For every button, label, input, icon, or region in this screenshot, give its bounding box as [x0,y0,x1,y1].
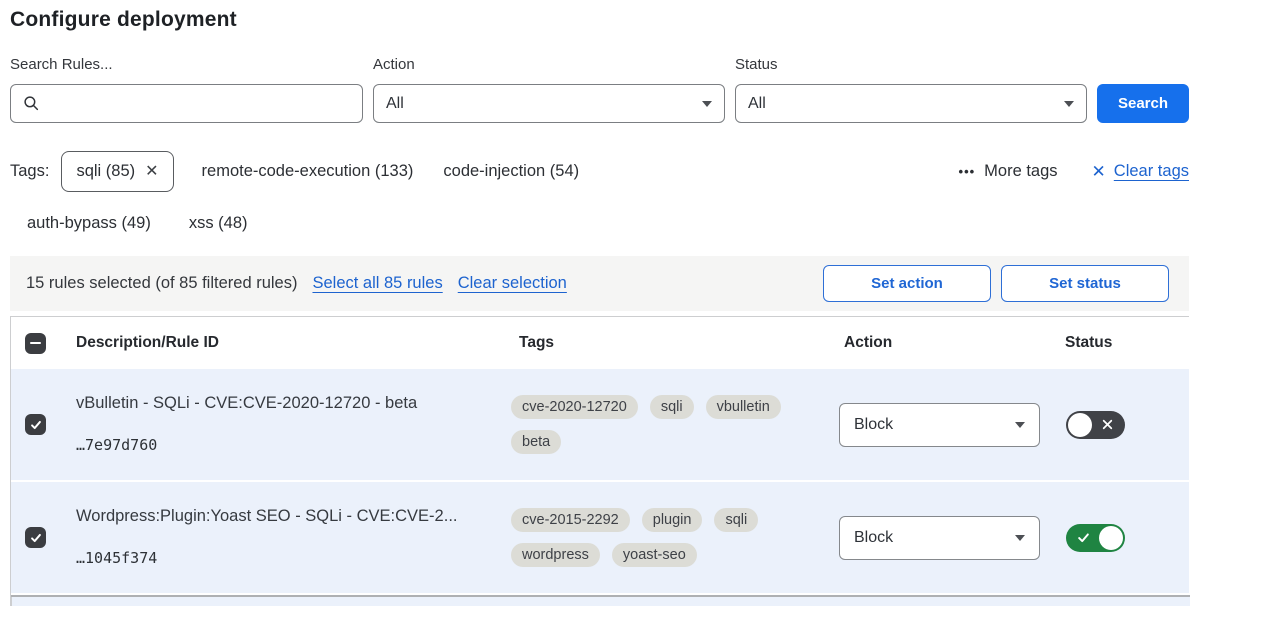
table-row: Wordpress:Plugin:Yoast SEO - SQLi - CVE:… [11,482,1189,595]
set-action-button[interactable]: Set action [823,265,991,302]
filter-bar: Search Rules... Action All Status [10,56,1189,123]
search-button[interactable]: Search [1097,84,1189,123]
tags-bar: Tags: sqli (85) ✕ remote-code-execution … [10,151,1189,192]
tag-option-code-injection[interactable]: code-injection (54) [443,162,579,181]
column-header-description: Description/Rule ID [66,334,501,352]
more-tags-label: More tags [984,162,1057,181]
tag-pill: vbulletin [706,395,781,419]
search-rules-input[interactable] [48,94,350,114]
tag-pill: beta [511,430,561,454]
rule-action-value: Block [854,529,893,547]
search-icon [23,95,40,112]
tags-bar-row2: auth-bypass (49) xss (48) [10,214,1189,233]
row-checkbox[interactable] [25,414,46,435]
status-filter-value: All [748,95,766,113]
column-header-tags: Tags [501,334,829,352]
check-icon [29,531,43,545]
column-header-status: Status [1056,334,1189,352]
rule-status-toggle[interactable] [1066,524,1125,552]
rule-action-select[interactable]: Block [839,516,1040,560]
rule-tags: cve-2020-12720 sqli vbulletin beta [501,369,829,480]
table-row: vBulletin - SQLi - CVE:CVE-2020-12720 - … [11,369,1189,482]
rules-table: Description/Rule ID Tags Action Status v… [10,316,1189,606]
chevron-down-icon [1015,535,1025,541]
table-header: Description/Rule ID Tags Action Status [11,317,1189,369]
status-filter-label: Status [735,56,1087,74]
status-filter-select[interactable]: All [735,84,1087,123]
table-row-partial [11,597,1190,606]
chevron-down-icon [702,101,712,107]
remove-tag-icon[interactable]: ✕ [145,161,158,182]
action-filter-select[interactable]: All [373,84,725,123]
tag-pill: plugin [642,508,703,532]
tag-pill: sqli [650,395,694,419]
rule-description: Wordpress:Plugin:Yoast SEO - SQLi - CVE:… [76,507,501,526]
status-filter-field: Status All [735,56,1087,123]
search-rules-label: Search Rules... [10,56,363,74]
clear-tags-button[interactable]: ✕ Clear tags [1092,162,1189,182]
rule-action-value: Block [854,416,893,434]
selected-tag-chip[interactable]: sqli (85) ✕ [61,151,173,192]
search-rules-box [10,84,363,123]
configure-deployment-page: Configure deployment Search Rules... Act… [0,8,1277,620]
tag-option-xss[interactable]: xss (48) [189,214,248,233]
selection-summary: 15 rules selected (of 85 filtered rules) [26,274,297,293]
clear-tags-label: Clear tags [1114,162,1189,181]
page-title: Configure deployment [10,8,1189,32]
tag-pill: yoast-seo [612,543,697,567]
tags-label: Tags: [10,162,49,181]
toggle-knob [1068,413,1092,437]
column-header-action: Action [829,334,1056,352]
more-tags-button[interactable]: ••• More tags [959,162,1058,181]
rule-tags: cve-2015-2292 plugin sqli wordpress yoas… [501,482,829,593]
ellipsis-icon: ••• [959,164,976,179]
row-checkbox[interactable] [25,527,46,548]
action-filter-value: All [386,95,404,113]
search-rules-field: Search Rules... [10,56,363,123]
clear-selection-link[interactable]: Clear selection [458,274,567,293]
rule-status-toggle[interactable] [1066,411,1125,439]
select-all-checkbox[interactable] [25,333,46,354]
toggle-knob [1099,526,1123,550]
chevron-down-icon [1064,101,1074,107]
x-icon [1101,418,1114,431]
rule-id: …7e97d760 [76,436,501,455]
tag-option-remote-code-execution[interactable]: remote-code-execution (133) [202,162,414,181]
set-status-button[interactable]: Set status [1001,265,1169,302]
tag-option-auth-bypass[interactable]: auth-bypass (49) [27,214,151,233]
select-all-link[interactable]: Select all 85 rules [312,274,442,293]
tag-pill: cve-2020-12720 [511,395,638,419]
tag-pill: cve-2015-2292 [511,508,630,532]
action-filter-label: Action [373,56,725,74]
action-filter-field: Action All [373,56,725,123]
rule-id: …1045f374 [76,549,501,568]
rule-action-select[interactable]: Block [839,403,1040,447]
rule-description: vBulletin - SQLi - CVE:CVE-2020-12720 - … [76,394,501,413]
tag-pill: sqli [714,508,758,532]
tag-pill: wordpress [511,543,600,567]
indeterminate-icon [30,342,41,345]
selection-bar: 15 rules selected (of 85 filtered rules)… [10,256,1189,311]
check-icon [29,418,43,432]
close-icon: ✕ [1092,162,1106,182]
chevron-down-icon [1015,422,1025,428]
check-icon [1077,531,1090,544]
selected-tag-name: sqli (85) [76,161,135,182]
